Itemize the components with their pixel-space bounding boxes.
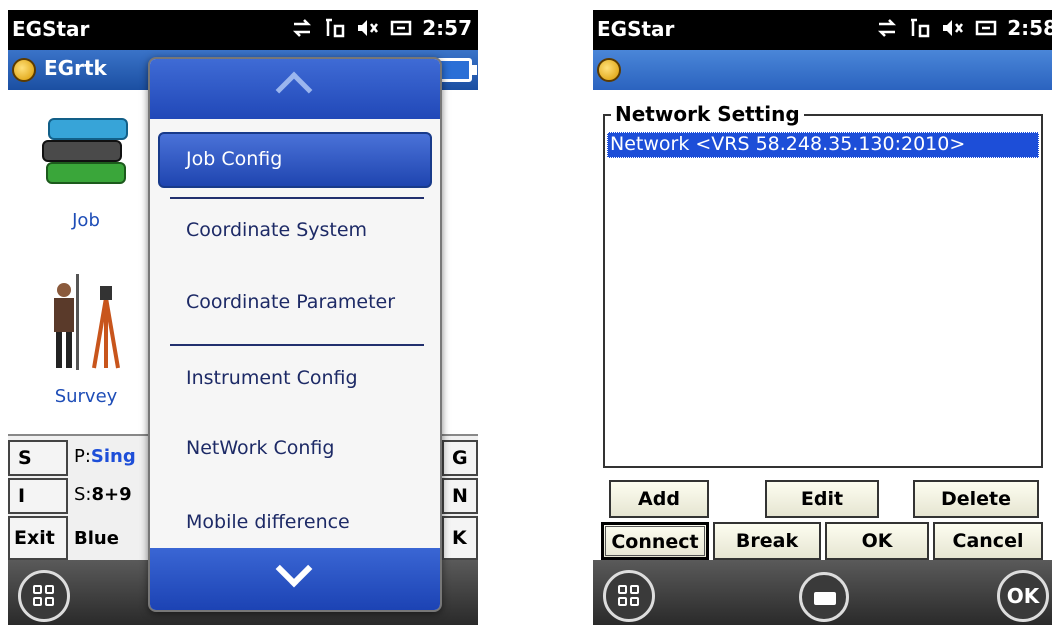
tile-survey[interactable]: Survey bbox=[36, 268, 136, 407]
status-bar: EGStar 2:57 bbox=[8, 10, 478, 50]
volume-muted-icon[interactable] bbox=[356, 17, 380, 39]
exit-button[interactable]: Exit bbox=[8, 516, 68, 560]
status-icons: 2:58 bbox=[875, 16, 1052, 40]
app-logo-icon bbox=[12, 58, 36, 82]
right-fragment-1[interactable]: G bbox=[442, 440, 478, 476]
taskbar: OK bbox=[593, 560, 1052, 625]
taskbar-ok-button[interactable]: OK bbox=[997, 570, 1049, 622]
break-button[interactable]: Break bbox=[713, 522, 821, 560]
menu-item-mobile-difference[interactable]: Mobile difference bbox=[186, 511, 350, 533]
edit-button[interactable]: Edit bbox=[765, 480, 879, 518]
right-fragment-3[interactable]: K bbox=[442, 516, 478, 560]
signal-off-icon[interactable] bbox=[323, 17, 347, 39]
status-icons: 2:57 bbox=[290, 16, 472, 40]
status-title: EGStar bbox=[597, 17, 675, 41]
position-prefix: P: bbox=[74, 446, 91, 467]
windows-logo-icon bbox=[33, 585, 55, 607]
signal-off-icon[interactable] bbox=[908, 17, 932, 39]
menu-item-job-config[interactable]: Job Config bbox=[158, 132, 432, 188]
app-logo-icon bbox=[597, 58, 621, 82]
network-setting-panel: Network Setting Network <VRS 58.248.35.1… bbox=[593, 90, 1052, 560]
tile-job[interactable]: Job bbox=[36, 110, 136, 231]
connection-status: Blue bbox=[74, 528, 119, 549]
surveyor-icon bbox=[38, 268, 134, 378]
menu-item-instrument-config[interactable]: Instrument Config bbox=[186, 367, 358, 389]
sync-arrows-icon[interactable] bbox=[875, 17, 899, 39]
s-button[interactable]: S bbox=[8, 440, 68, 476]
add-button[interactable]: Add bbox=[609, 480, 709, 518]
status-title: EGStar bbox=[12, 17, 90, 41]
menu-separator bbox=[170, 197, 424, 199]
menu-scroll-up[interactable] bbox=[150, 59, 440, 119]
config-popup-menu: Job Config Coordinate System Coordinate … bbox=[148, 57, 442, 612]
app-bar bbox=[593, 50, 1052, 90]
start-button[interactable] bbox=[603, 570, 655, 622]
books-icon bbox=[38, 110, 134, 200]
satellite-prefix: S: bbox=[74, 484, 92, 505]
right-fragment-2[interactable]: N bbox=[442, 478, 478, 514]
tile-label-survey: Survey bbox=[54, 386, 118, 407]
app-title: EGrtk bbox=[44, 56, 107, 80]
satellite-status: S:8+9 bbox=[74, 484, 132, 505]
chevron-down-icon bbox=[275, 550, 313, 588]
status-bar: EGStar 2:58 bbox=[593, 10, 1052, 50]
position-value: Sing bbox=[90, 446, 136, 467]
position-status: P:Sing bbox=[74, 446, 136, 467]
group-legend: Network Setting bbox=[611, 102, 804, 126]
menu-separator bbox=[170, 344, 424, 346]
cancel-button[interactable]: Cancel bbox=[933, 522, 1043, 560]
chevron-up-icon bbox=[275, 71, 313, 109]
volume-muted-icon[interactable] bbox=[941, 17, 965, 39]
clock-time[interactable]: 2:57 bbox=[422, 16, 472, 40]
network-list-item[interactable]: Network <VRS 58.248.35.130:2010> bbox=[607, 132, 1039, 158]
clock-time[interactable]: 2:58 bbox=[1007, 16, 1052, 40]
windows-logo-icon bbox=[618, 585, 640, 607]
connect-button[interactable]: Connect bbox=[601, 522, 709, 560]
menu-item-label: Job Config bbox=[186, 148, 283, 170]
keyboard-button[interactable] bbox=[799, 572, 849, 622]
i-button[interactable]: I bbox=[8, 478, 68, 514]
left-screen: EGStar 2:57 EGrtk Job Survey S I Exit P:… bbox=[8, 10, 478, 625]
ok-button[interactable]: OK bbox=[825, 522, 929, 560]
satellite-value: 8+9 bbox=[91, 484, 132, 505]
menu-item-network-config[interactable]: NetWork Config bbox=[186, 437, 334, 459]
menu-scroll-down[interactable] bbox=[150, 548, 440, 610]
delete-button[interactable]: Delete bbox=[913, 480, 1039, 518]
network-setting-group: Network Setting Network <VRS 58.248.35.1… bbox=[603, 102, 1043, 468]
battery-charging-icon[interactable] bbox=[389, 17, 413, 39]
menu-item-coordinate-parameter[interactable]: Coordinate Parameter bbox=[186, 291, 395, 313]
right-screen: EGStar 2:58 Network Setting Network <VRS… bbox=[593, 10, 1052, 625]
menu-item-coordinate-system[interactable]: Coordinate System bbox=[186, 219, 367, 241]
keyboard-icon bbox=[814, 592, 836, 605]
start-button[interactable] bbox=[18, 570, 70, 622]
sync-arrows-icon[interactable] bbox=[290, 17, 314, 39]
battery-charging-icon[interactable] bbox=[974, 17, 998, 39]
tile-label-job: Job bbox=[72, 210, 100, 231]
